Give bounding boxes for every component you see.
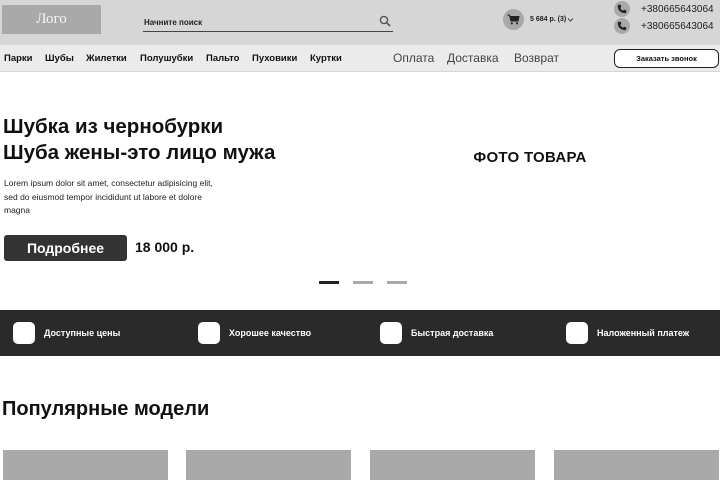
category-nav: Парки Шубы Жилетки Полушубки Пальто Пухо… [0,45,720,72]
nav-link-payment[interactable]: Оплата [393,51,434,65]
product-card[interactable] [186,450,351,480]
nav-item-palto[interactable]: Пальто [206,53,239,64]
search-icon[interactable] [379,15,391,27]
phone-icon [614,1,630,17]
logo[interactable]: Лого [2,5,101,34]
nav-item-parki[interactable]: Парки [4,53,33,64]
hero-title-line: Шуба жены-это лицо мужа [3,141,276,164]
feature-icon [566,322,588,344]
details-button[interactable]: Подробнее [4,235,127,261]
features-strip: Доступные цены Хорошее качество Быстрая … [0,310,720,356]
nav-item-zhiletki[interactable]: Жилетки [86,53,127,64]
cart-total: 5 684 р. (3) [530,15,567,23]
hero-description: Lorem ipsum dolor sit amet, consectetur … [4,178,213,215]
product-card[interactable] [3,450,168,480]
feature-item: Доступные цены [13,322,120,344]
search-bar[interactable] [143,12,393,32]
phone-contact: +380665643064 [614,0,714,18]
request-call-button[interactable]: Заказать звонок [614,49,719,68]
search-input[interactable] [144,14,369,30]
phone-icon [614,18,630,34]
product-photo-placeholder: ФОТО ТОВАРА [473,149,587,166]
feature-item: Быстрая доставка [380,322,493,344]
nav-item-kurtki[interactable]: Куртки [310,53,342,64]
nav-link-return[interactable]: Возврат [514,51,559,65]
feature-icon [13,322,35,344]
feature-label: Быстрая доставка [411,328,494,338]
feature-label: Хорошее качество [229,328,312,338]
product-card[interactable] [370,450,535,480]
cart-icon[interactable] [503,8,524,30]
phone-number[interactable]: +380665643064 [641,21,714,32]
slider-dot[interactable] [387,281,407,284]
feature-icon [380,322,402,344]
phone-contact: +380665643064 [614,17,714,35]
feature-item: Наложенный платеж [566,322,689,344]
feature-label: Доступные цены [44,328,121,338]
slider-dot-active[interactable] [319,281,339,284]
feature-label: Наложенный платеж [597,328,690,338]
product-card[interactable] [554,450,719,480]
popular-models-title: Популярные модели [2,398,210,420]
phone-number[interactable]: +380665643064 [641,4,714,15]
feature-item: Хорошее качество [198,322,311,344]
hero-title-line: Шубка из чернобурки [3,115,224,138]
nav-item-puhoviki[interactable]: Пуховики [252,53,297,64]
nav-link-delivery[interactable]: Доставка [447,51,499,65]
cart-summary[interactable]: 5 684 р. (3) [503,8,574,30]
feature-icon [198,322,220,344]
hero-title: Шубка из чернобурки Шуба жены-это лицо м… [3,114,275,166]
slider-dot[interactable] [353,281,373,284]
product-price: 18 000 р. [135,239,195,255]
chevron-down-icon[interactable] [567,16,574,23]
nav-item-polushubki[interactable]: Полушубки [140,53,193,64]
nav-item-shuby[interactable]: Шубы [45,53,74,64]
top-header: Лого 5 684 р. (3) +380665643064 [0,0,720,45]
